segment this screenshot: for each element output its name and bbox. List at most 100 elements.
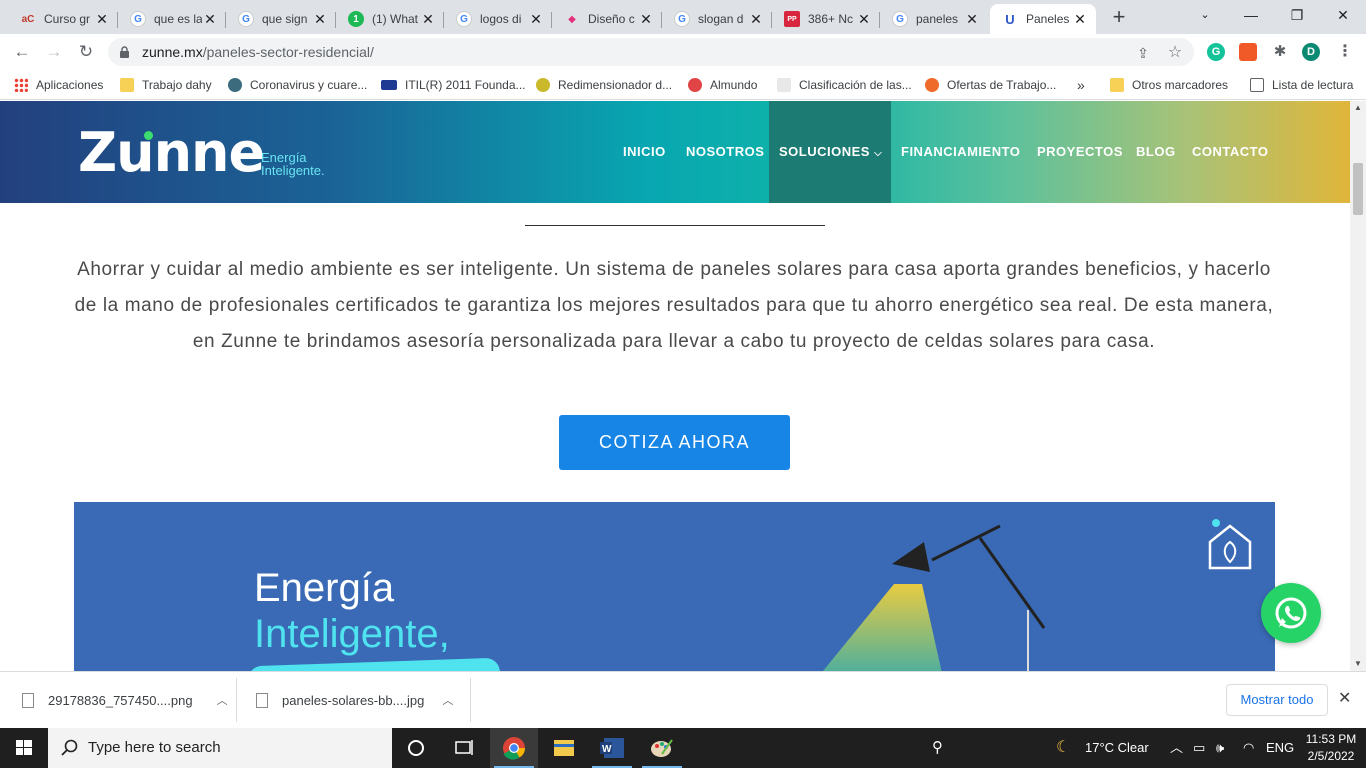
wifi-icon[interactable]: ◠ — [1243, 728, 1254, 768]
scroll-down-arrow-icon[interactable]: ▼ — [1350, 657, 1366, 671]
notification-badge-icon: 1 — [348, 11, 364, 27]
download-item[interactable]: 29178836_757450....png ︿ — [22, 672, 228, 728]
nav-blog[interactable]: BLOG — [1136, 101, 1176, 203]
weather-text[interactable]: 17°C Clear — [1085, 728, 1149, 768]
new-tab-button[interactable]: + — [1106, 6, 1132, 30]
folder-icon — [1110, 78, 1124, 92]
browser-tab[interactable]: G slogan d ✕ — [662, 4, 772, 34]
close-tab-icon[interactable]: ✕ — [1072, 11, 1088, 28]
file-explorer-button[interactable] — [540, 728, 588, 768]
close-tab-icon[interactable]: ✕ — [528, 11, 544, 28]
bookmark-folder[interactable]: Trabajo dahy — [120, 76, 212, 94]
grammarly-icon[interactable]: G — [1207, 43, 1225, 61]
address-bar[interactable]: zunne.mx/paneles-sector-residencial/ ⇪ ☆ — [108, 38, 1194, 66]
download-item[interactable]: paneles-solares-bb....jpg ︿ — [256, 672, 453, 728]
close-tab-icon[interactable]: ✕ — [312, 11, 328, 28]
site-favicon-icon — [228, 78, 242, 92]
whatsapp-button[interactable] — [1261, 583, 1321, 643]
page-scrollbar[interactable]: ▲ ▼ — [1350, 101, 1366, 671]
people-icon[interactable]: ⚲ — [932, 728, 943, 768]
maximize-button[interactable]: ❐ — [1274, 4, 1320, 30]
browser-tab[interactable]: G que es la ✕ — [118, 4, 226, 34]
close-tab-icon[interactable]: ✕ — [638, 11, 654, 28]
avatar[interactable]: D — [1302, 43, 1320, 61]
browser-tab[interactable]: G que sign ✕ — [226, 4, 336, 34]
bookmark-item[interactable]: Redimensionador d... — [536, 76, 672, 94]
chevron-up-icon[interactable]: ︿ — [442, 692, 453, 708]
close-tab-icon[interactable]: ✕ — [748, 11, 764, 28]
taskbar-search[interactable]: Type here to search — [48, 728, 392, 768]
start-button[interactable] — [0, 728, 48, 768]
tab-search-icon[interactable]: ⌄ — [1182, 4, 1228, 30]
task-view-button[interactable] — [440, 728, 488, 768]
map-pin-icon — [688, 78, 702, 92]
nav-inicio[interactable]: INICIO — [623, 101, 666, 203]
more-bookmarks-button[interactable]: » — [1077, 76, 1085, 94]
word-taskbar-button[interactable]: W — [588, 728, 636, 768]
scroll-up-arrow-icon[interactable]: ▲ — [1350, 101, 1366, 115]
close-tab-icon[interactable]: ✕ — [420, 11, 436, 28]
bookmark-label: Aplicaciones — [36, 78, 104, 92]
bookmark-item[interactable]: Ofertas de Trabajo... — [925, 76, 1056, 94]
paint-taskbar-button[interactable] — [638, 728, 686, 768]
tab-title: Diseño c — [588, 12, 635, 26]
bookmark-item[interactable]: Coronavirus y cuare... — [228, 76, 367, 94]
bookmark-apps[interactable]: Aplicaciones — [14, 76, 103, 94]
forward-button[interactable]: → — [42, 40, 66, 64]
nav-financiamiento[interactable]: FINANCIAMIENTO — [901, 101, 1020, 203]
browser-tab-active[interactable]: U Paneles ✕ — [990, 4, 1096, 34]
close-tab-icon[interactable]: ✕ — [94, 11, 110, 28]
browser-tab[interactable]: aC Curso gr ✕ — [8, 4, 118, 34]
puzzle-icon[interactable]: ✱ — [1271, 43, 1289, 61]
banner-headline-1: Energía — [254, 566, 395, 610]
nav-nosotros[interactable]: NOSOTROS — [686, 101, 764, 203]
bookmark-star-icon[interactable]: ☆ — [1166, 44, 1184, 62]
bookmark-item[interactable]: Almundo — [688, 76, 757, 94]
bookmark-label: Redimensionador d... — [558, 78, 673, 92]
apps-grid-icon — [14, 78, 28, 92]
nav-soluciones[interactable]: SOLUCIONES ⌵ — [769, 101, 891, 203]
close-tab-icon[interactable]: ✕ — [202, 11, 218, 28]
word-icon: W — [600, 738, 624, 758]
nav-proyectos[interactable]: PROYECTOS — [1037, 101, 1123, 203]
itil-icon — [381, 80, 397, 90]
bookmark-item[interactable]: Clasificación de las... — [777, 76, 912, 94]
back-button[interactable]: ← — [10, 40, 34, 64]
reload-button[interactable]: ↻ — [74, 40, 98, 64]
close-shelf-icon[interactable]: ✕ — [1338, 688, 1351, 708]
language-indicator[interactable]: ENG — [1266, 728, 1294, 768]
folder-icon — [554, 740, 574, 756]
task-view-icon — [455, 740, 473, 755]
browser-tab[interactable]: ◆ Diseño c ✕ — [552, 4, 662, 34]
nav-contacto[interactable]: CONTACTO — [1192, 101, 1268, 203]
minimize-button[interactable]: — — [1228, 4, 1274, 30]
google-icon: G — [892, 11, 908, 27]
chevron-up-icon[interactable]: ︿ — [217, 692, 228, 708]
magnifier-icon — [536, 78, 550, 92]
pp-icon: PP — [784, 11, 800, 27]
extension-orange-icon[interactable] — [1239, 43, 1257, 61]
section-divider — [525, 225, 825, 226]
close-tab-icon[interactable]: ✕ — [856, 11, 872, 28]
other-bookmarks-folder[interactable]: Otros marcadores — [1110, 76, 1228, 94]
browser-tab[interactable]: PP 386+ Nc ✕ — [772, 4, 880, 34]
battery-icon[interactable]: ▭ — [1193, 728, 1205, 768]
show-all-downloads-button[interactable]: Mostrar todo — [1226, 684, 1328, 716]
system-clock[interactable]: 11:53 PM 2/5/2022 — [1300, 731, 1362, 765]
browser-tab[interactable]: G logos di ✕ — [444, 4, 552, 34]
reading-list-button[interactable]: Lista de lectura — [1250, 76, 1353, 94]
scrollbar-thumb[interactable] — [1353, 163, 1363, 215]
close-tab-icon[interactable]: ✕ — [964, 11, 980, 28]
show-hidden-icons-chevron-icon[interactable]: ︿ — [1170, 728, 1183, 768]
speaker-icon[interactable]: 🕪 — [1216, 728, 1224, 768]
browser-tab[interactable]: 1 (1) What ✕ — [336, 4, 444, 34]
chrome-taskbar-button[interactable] — [490, 728, 538, 768]
menu-kebab-icon[interactable]: ⋮ — [1336, 43, 1354, 61]
close-window-button[interactable]: ✕ — [1320, 4, 1366, 30]
browser-tab[interactable]: G paneles ✕ — [880, 4, 988, 34]
lock-icon[interactable] — [120, 46, 129, 58]
cotiza-ahora-button[interactable]: COTIZA AHORA — [559, 415, 790, 470]
bookmark-item[interactable]: ITIL(R) 2011 Founda... — [381, 76, 526, 94]
cortana-button[interactable] — [392, 728, 440, 768]
share-icon[interactable]: ⇪ — [1134, 44, 1152, 62]
